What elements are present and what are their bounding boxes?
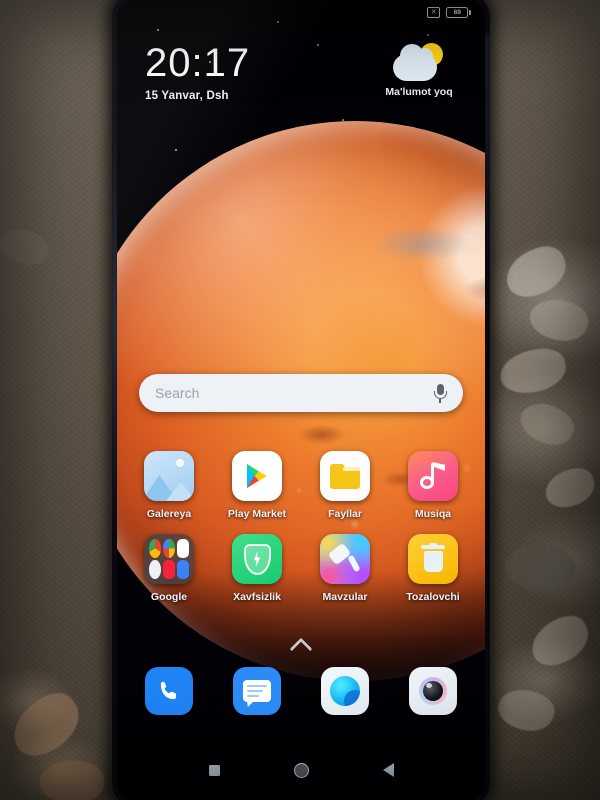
gallery-icon[interactable] [144,451,194,501]
music-note-icon[interactable] [408,451,458,501]
dock [131,667,471,715]
dock-app-camera[interactable] [395,667,471,715]
app-row: Galereya Play Market Fayllar Musiqa [131,451,471,520]
sun-behind-cloud-icon [393,43,445,83]
cleaner-trash-icon[interactable] [408,534,458,584]
themes-roller-icon[interactable] [320,534,370,584]
weather-widget[interactable]: Ma'lumot yoq [369,43,469,98]
clock-date: 15 Yanvar, Dsh [145,90,229,102]
message-bubble-icon[interactable] [233,667,281,715]
home-button[interactable] [293,762,309,778]
play-store-icon[interactable] [232,451,282,501]
clock-widget[interactable]: 20:17 15 Yanvar, Dsh [145,43,250,102]
app-label: Play Market [227,508,287,520]
files-folder-icon[interactable] [320,451,370,501]
mini-google-icon [163,539,175,558]
battery-level-text: 69 [446,6,469,18]
app-label: Musiqa [414,508,452,520]
mini-contacts-icon [177,560,189,579]
navigation-bar [117,753,485,787]
clock-time: 20:17 [145,41,251,85]
app-label: Xavfsizlik [233,591,281,603]
cloud-shape [393,44,437,81]
mini-chrome-icon [149,539,161,558]
back-button[interactable] [382,763,394,777]
play-store-glyph [247,464,267,488]
google-folder-icon[interactable] [144,534,194,584]
app-label: Tozalovchi [406,591,460,603]
app-mavzular[interactable]: Mavzular [307,534,383,603]
status-bar: ✕ 69 [117,0,485,25]
mini-gmail-icon [177,539,189,558]
bezel-reflection [486,34,489,294]
silent-mode-icon: ✕ [427,6,441,18]
dock-app-browser[interactable] [307,667,383,715]
chevron-up-icon[interactable] [290,639,312,651]
app-row: Google Xavfsizlik Mavzular Tozalovchi [131,534,471,603]
battery-icon: 69 [446,6,471,18]
security-shield-icon[interactable] [232,534,282,584]
microphone-icon[interactable] [433,383,447,403]
mini-youtube-icon [163,560,175,579]
battery-cap [469,9,471,15]
phone-screen[interactable]: ✕ 69 20:17 15 Yanvar, Dsh Ma'lumot yoq S… [117,0,485,800]
search-bar[interactable]: Search [139,374,463,412]
dock-app-messages[interactable] [219,667,295,715]
dock-app-phone[interactable] [131,667,207,715]
recents-button[interactable] [208,764,220,776]
search-input[interactable]: Search [155,385,433,401]
app-grid: Galereya Play Market Fayllar Musiqa Goog… [131,451,471,617]
app-google-folder[interactable]: Google [131,534,207,603]
app-label: Fayllar [328,508,362,520]
photo-scene: ✕ 69 20:17 15 Yanvar, Dsh Ma'lumot yoq S… [0,0,600,800]
app-play-market[interactable]: Play Market [219,451,295,520]
app-galereya[interactable]: Galereya [131,451,207,520]
app-fayllar[interactable]: Fayllar [307,451,383,520]
app-xavfsizlik[interactable]: Xavfsizlik [219,534,295,603]
mini-assistant-icon [149,560,161,579]
app-label: Galereya [146,508,192,520]
camera-lens-icon[interactable] [409,667,457,715]
app-label: Mavzular [322,591,368,603]
phone-device: ✕ 69 20:17 15 Yanvar, Dsh Ma'lumot yoq S… [112,0,490,800]
weather-status-text: Ma'lumot yoq [385,86,453,98]
handset-glyph [160,681,177,700]
app-label: Google [150,591,188,603]
phone-handset-icon[interactable] [145,667,193,715]
browser-globe-icon[interactable] [321,667,369,715]
app-tozalovchi[interactable]: Tozalovchi [395,534,471,603]
app-musiqa[interactable]: Musiqa [395,451,471,520]
